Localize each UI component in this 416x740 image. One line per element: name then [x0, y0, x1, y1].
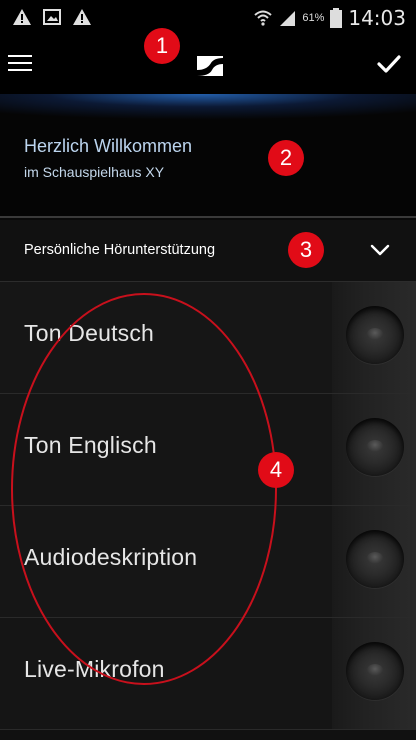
channel-toggle[interactable]	[332, 282, 416, 393]
warning-icon	[13, 9, 31, 25]
bottom-area	[0, 730, 416, 740]
channel-toggle[interactable]	[332, 506, 416, 617]
clock: 14:03	[348, 6, 406, 30]
image-notification-icon	[43, 9, 61, 25]
hamburger-menu-icon[interactable]	[6, 50, 34, 78]
toggle-knob	[346, 642, 404, 700]
status-bar: 61% 14:03	[0, 0, 416, 34]
signal-icon	[280, 11, 296, 26]
system-indicators: 61% 14:03	[254, 6, 406, 30]
battery-icon	[330, 8, 343, 28]
toggle-knob	[346, 418, 404, 476]
welcome-title: Herzlich Willkommen	[24, 136, 193, 156]
channel-toggle[interactable]	[332, 394, 416, 505]
app-bar	[0, 34, 416, 94]
section-label: Persönliche Hörunterstützung	[24, 242, 216, 258]
chevron-down-icon[interactable]	[370, 242, 390, 258]
checkmark-icon[interactable]	[376, 52, 402, 76]
section-hearing-assistance[interactable]: Persönliche Hörunterstützung	[0, 220, 416, 282]
notification-icons	[12, 7, 92, 27]
annotation-marker-3: 3	[288, 232, 324, 268]
annotation-marker-4: 4	[258, 452, 294, 488]
toggle-knob	[346, 306, 404, 364]
sennheiser-logo-icon	[197, 56, 223, 76]
channel-toggle[interactable]	[332, 618, 416, 729]
annotation-ellipse	[11, 293, 277, 685]
venue-name: im Schauspielhaus XY	[24, 164, 165, 180]
wifi-icon	[254, 10, 272, 26]
warning-icon	[73, 9, 91, 25]
annotation-marker-1: 1	[144, 28, 180, 64]
battery-percent: 61%	[302, 12, 325, 24]
welcome-header: Herzlich Willkommen im Schauspielhaus XY	[0, 94, 416, 218]
annotation-marker-2: 2	[268, 140, 304, 176]
toggle-knob	[346, 530, 404, 588]
